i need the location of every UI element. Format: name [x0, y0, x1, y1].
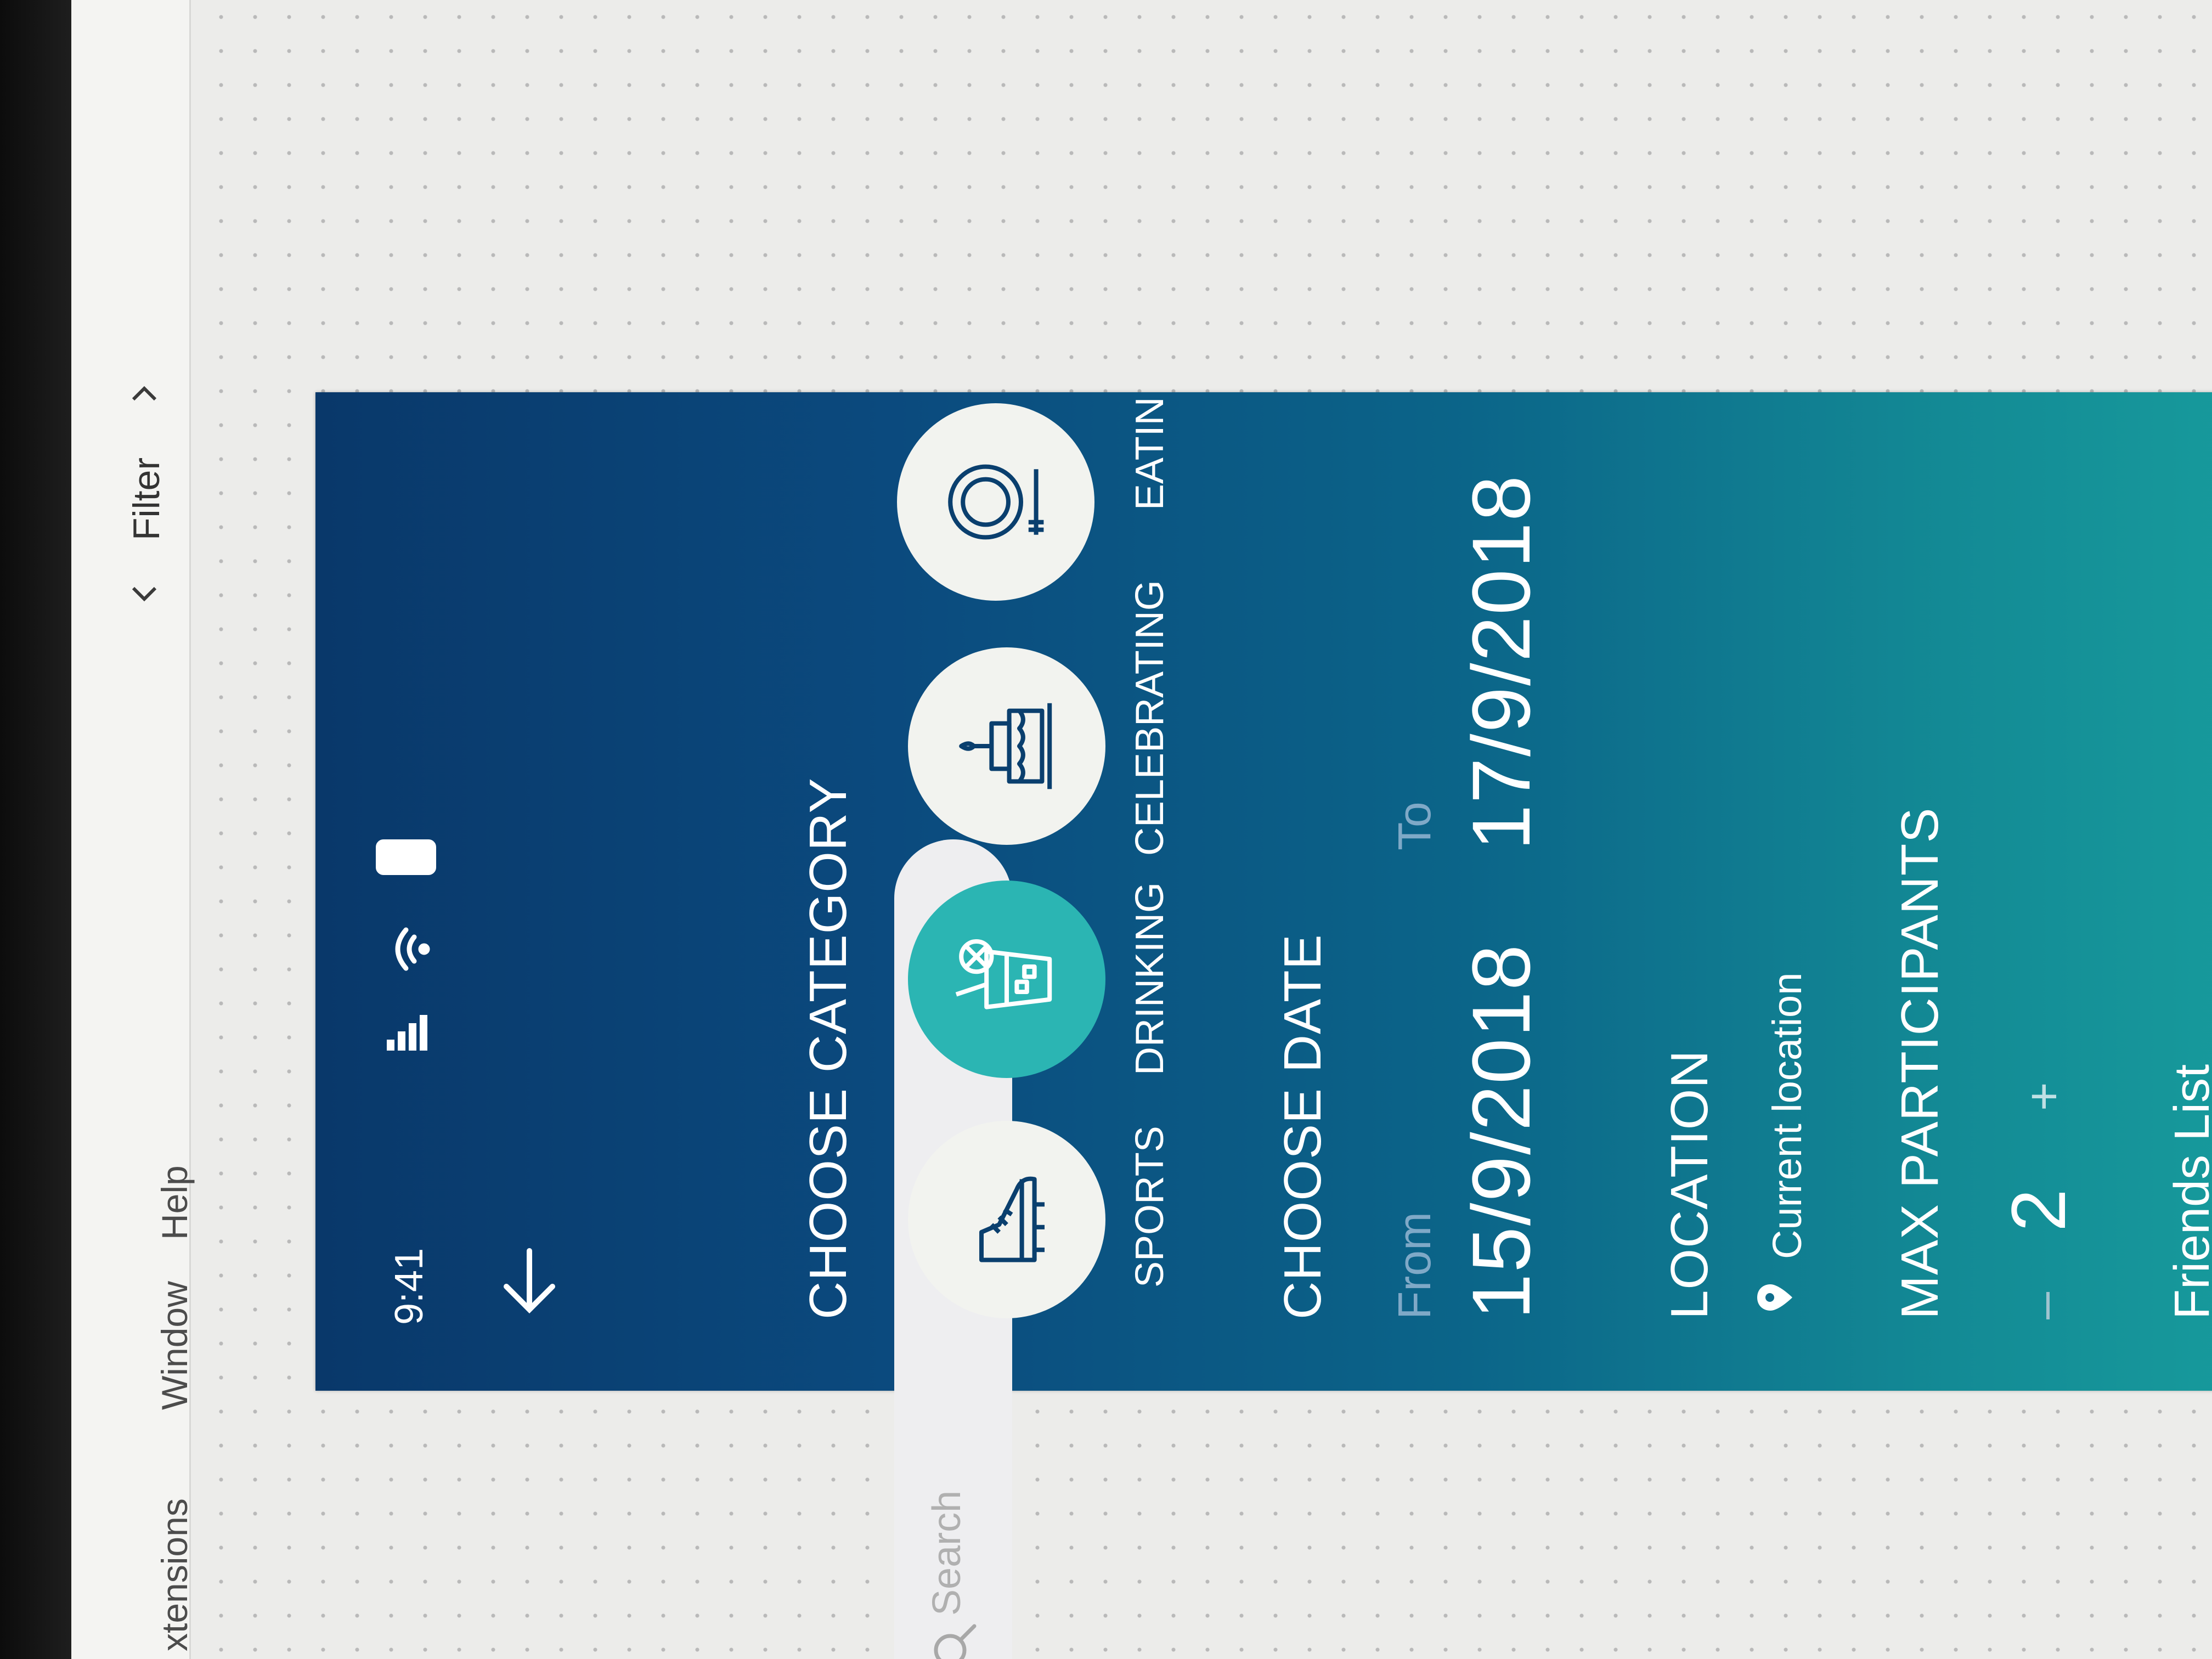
chevron-left-icon[interactable] — [125, 576, 163, 614]
friends-list-title[interactable]: Friends List — [2164, 1064, 2212, 1319]
phone-artboard: 9:41 Search CHOOSE CATEGORY SPORTS DRINK… — [315, 392, 2212, 1659]
status-time: 9:41 — [387, 1248, 431, 1325]
arrow-down-icon[interactable] — [496, 1243, 562, 1319]
participants-value: 2 — [1995, 1189, 2081, 1232]
design-canvas: xtensions Window Help Filter 9:41 Search… — [0, 0, 2212, 1659]
search-icon — [934, 1624, 977, 1659]
category-eating-label: EATIN — [1128, 397, 1172, 510]
chevron-right-icon[interactable] — [125, 373, 163, 411]
location-value[interactable]: Current location — [1764, 973, 1810, 1259]
category-drinking-label: DRINKING — [1128, 882, 1172, 1075]
cake-icon — [959, 703, 1052, 789]
category-title: CHOOSE CATEGORY — [799, 777, 857, 1319]
category-eating-button[interactable] — [897, 403, 1094, 601]
menu-bar: xtensions Window Help — [71, 0, 195, 1659]
date-from-value[interactable]: 15/9/2018 — [1454, 944, 1549, 1319]
filter-label[interactable]: Filter — [125, 458, 168, 540]
drink-icon — [955, 939, 1052, 1009]
menu-item-window[interactable]: Window — [154, 1281, 195, 1410]
battery-icon — [376, 839, 436, 875]
search-placeholder: Search — [925, 1490, 969, 1616]
category-celebrating-button[interactable] — [908, 647, 1105, 845]
category-sports-label: SPORTS — [1128, 1126, 1172, 1288]
location-title: LOCATION — [1660, 1049, 1719, 1319]
date-to-label: To — [1389, 802, 1440, 850]
menu-item-extensions[interactable]: xtensions — [154, 1498, 195, 1651]
location-pin-icon — [1757, 1284, 1792, 1311]
screen-bezel — [0, 0, 71, 1659]
participants-title: MAX PARTICIPANTS — [1891, 807, 1949, 1319]
category-sports-button[interactable] — [908, 1121, 1105, 1318]
menu-item-help[interactable]: Help — [154, 1165, 195, 1240]
participants-minus-button[interactable]: – — [2016, 1292, 2073, 1319]
date-title: CHOOSE DATE — [1273, 934, 1332, 1319]
category-celebrating-label: CELEBRATING — [1128, 580, 1172, 856]
date-to-value[interactable]: 17/9/2018 — [1454, 475, 1549, 850]
participants-plus-button[interactable]: + — [2016, 1082, 2073, 1111]
category-drinking-button[interactable] — [908, 881, 1105, 1078]
sneaker-icon — [979, 1176, 1045, 1262]
date-from-label: From — [1389, 1212, 1440, 1319]
plate-icon — [948, 464, 1044, 540]
signal-icon — [387, 1015, 427, 1051]
wifi-icon — [395, 927, 430, 971]
